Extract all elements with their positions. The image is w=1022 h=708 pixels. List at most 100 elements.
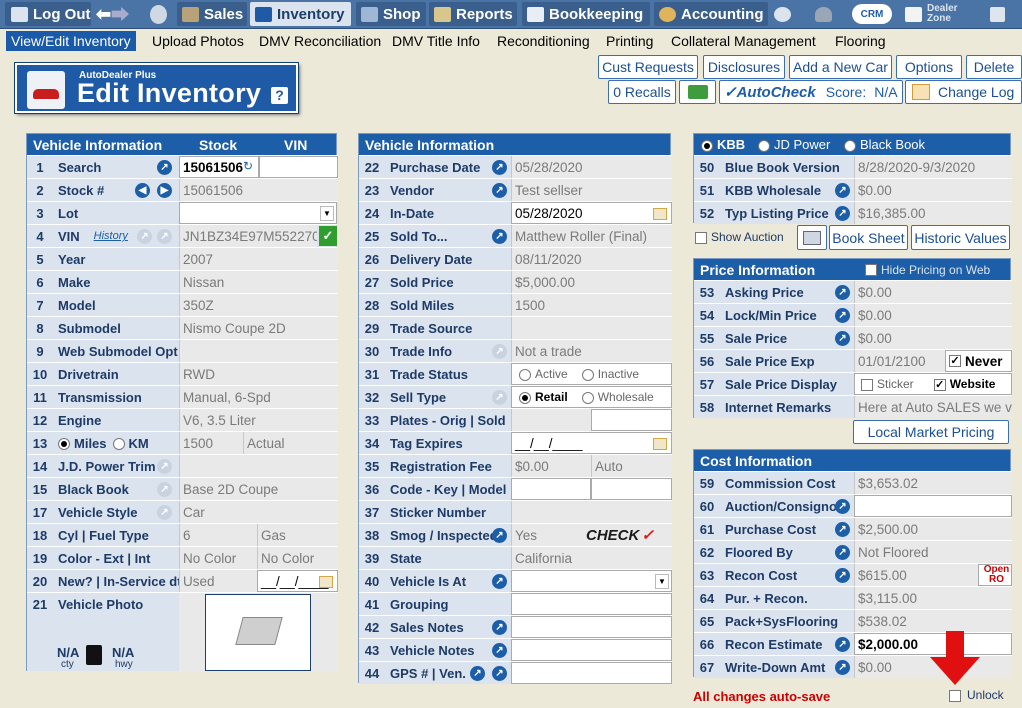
vehicle-photo-placeholder[interactable] (205, 594, 311, 671)
field-value-model[interactable]: 350Z (179, 294, 338, 316)
field-value-floored-by[interactable]: Not Floored (854, 541, 1012, 563)
dealer-zone-button[interactable]: Dealer Zone (905, 2, 975, 26)
field-value-transmission[interactable]: Manual, 6-Spd (179, 386, 338, 408)
historic-values-button[interactable]: Historic Values (911, 225, 1010, 250)
radio-active[interactable]: Active (519, 367, 568, 381)
recalls-button[interactable]: 0 Recalls (608, 80, 676, 104)
calendar-icon[interactable] (653, 438, 667, 450)
lookup-arrow-icon[interactable]: ↗ (835, 545, 850, 560)
field-value-vehicle-notes[interactable] (511, 639, 672, 661)
field-value-typ-listing-price[interactable]: $16,385.00 (854, 202, 1012, 224)
lookup-arrow-icon[interactable]: ↗ (492, 229, 507, 244)
tab-upload-photos[interactable]: Upload Photos (147, 31, 249, 51)
nav-sales[interactable]: Sales (177, 2, 247, 26)
field-value-vehicle-is-at[interactable]: ▼ (511, 570, 672, 592)
field-value2-36[interactable] (591, 478, 672, 500)
lookup-arrow-icon[interactable]: ↗ (835, 206, 850, 221)
blackbook-radio[interactable]: Black Book (844, 137, 925, 152)
hide-pricing-checkbox[interactable]: Hide Pricing on Web (865, 263, 990, 277)
tab-dmv-reconciliation[interactable]: DMV Reconciliation (254, 31, 386, 51)
nav-accounting[interactable]: Accounting (654, 2, 768, 26)
nav-reports[interactable]: Reports (429, 2, 517, 26)
lookup-arrow-icon[interactable]: ↗ (835, 285, 850, 300)
field-value-state[interactable]: California (511, 547, 672, 569)
field-value-sale-price-exp[interactable]: 01/01/2100 (854, 350, 945, 372)
tab-reconditioning[interactable]: Reconditioning (492, 31, 595, 51)
lookup-arrow-icon[interactable]: ↗ (492, 620, 507, 635)
back-forward-nav[interactable]: ⬅ ⮕ (96, 2, 140, 26)
tab-view-edit-inventory[interactable]: View/Edit Inventory (6, 31, 136, 51)
lookup-arrow-icon[interactable]: ↗ (835, 308, 850, 323)
field-value-18[interactable]: 6 (179, 524, 257, 546)
field-value-sticker-number[interactable] (511, 501, 672, 523)
field-value2-20[interactable]: __/__/____ (257, 570, 338, 592)
lookup-arrow-icon[interactable]: ↗ (835, 637, 850, 652)
lookup-arrow-icon[interactable]: ↗ (492, 390, 507, 405)
field-value-sale-price[interactable]: $0.00 (854, 327, 1012, 349)
field-value-pack-sysflooring[interactable]: $538.02 (854, 610, 1012, 632)
field-value-sold-price[interactable]: $5,000.00 (511, 271, 672, 293)
field-value-auction-consignor[interactable] (854, 495, 1012, 517)
field-value-submodel[interactable]: Nismo Coupe 2D (179, 317, 338, 339)
field-value-black-book[interactable]: Base 2D Coupe (179, 478, 338, 500)
prev-arrow-icon[interactable]: ◀ (135, 183, 150, 198)
bell-icon[interactable] (815, 2, 837, 26)
field-value2-35[interactable]: Auto (591, 455, 672, 477)
field-value-internet-remarks[interactable]: Here at Auto SALES we v (854, 396, 1012, 418)
field-value-lock-min-price[interactable]: $0.00 (854, 304, 1012, 326)
calculator-icon[interactable] (990, 2, 1010, 26)
gear-icon[interactable] (774, 2, 800, 26)
show-auction-checkbox[interactable]: Show Auction (695, 230, 784, 244)
lookup-arrow-icon[interactable]: ↗ (157, 459, 172, 474)
never-checkbox[interactable]: ✓ Never (945, 350, 1012, 372)
print-button[interactable] (797, 225, 827, 250)
field-value-sold-to[interactable]: Matthew Roller (Final) (511, 225, 672, 247)
field-value-20[interactable]: Used (179, 570, 257, 592)
lot-select[interactable]: ▼ (179, 202, 337, 224)
field-value-recon-cost[interactable]: $615.00 (854, 564, 978, 586)
delete-button[interactable]: Delete (966, 55, 1022, 79)
lookup-arrow-icon[interactable]: ↗ (835, 660, 850, 675)
nav-inventory[interactable]: Inventory (250, 2, 351, 26)
lookup-arrow-icon[interactable]: ↗ (492, 528, 507, 543)
miles-radio[interactable]: Miles (58, 436, 107, 451)
field-value-pur-recon[interactable]: $3,115.00 (854, 587, 1012, 609)
field-value2-33[interactable] (591, 409, 672, 431)
back-arrow-icon[interactable]: ⬅ (96, 4, 111, 25)
field-value-gps-ven[interactable] (511, 662, 672, 684)
local-market-pricing-button[interactable]: Local Market Pricing (853, 420, 1009, 444)
field-value-blue-book-version[interactable]: 8/28/2020-9/3/2020 (854, 156, 1012, 178)
sticker-checkbox[interactable]: Sticker (861, 377, 914, 391)
field-value-asking-price[interactable]: $0.00 (854, 281, 1012, 303)
lookup-arrow-icon[interactable]: ↗ (835, 568, 850, 583)
help-icon[interactable]: ? (271, 87, 288, 104)
lookup-arrow-icon[interactable]: ↗ (492, 666, 507, 681)
field-value-in-date[interactable]: 05/28/2020 (511, 202, 672, 224)
tab-printing[interactable]: Printing (601, 31, 658, 51)
field-value-engine[interactable]: V6, 3.5 Liter (179, 409, 338, 431)
next-arrow-icon[interactable]: ▶ (157, 183, 172, 198)
field-value-19[interactable]: No Color (179, 547, 257, 569)
lookup-arrow-icon[interactable]: ↗ (835, 331, 850, 346)
radio-retail[interactable]: Retail (519, 390, 568, 404)
field-value-web-submodel-opt[interactable] (179, 340, 338, 362)
field-value-trade-info[interactable]: Not a trade (511, 340, 672, 362)
odometer-actual[interactable]: Actual (243, 432, 338, 454)
lookup-arrow-icon[interactable]: ↗ (835, 499, 850, 514)
nav-shop[interactable]: Shop (356, 2, 426, 26)
book-sheet-button[interactable]: Book Sheet (829, 225, 908, 250)
lookup-arrow-icon[interactable]: ↗ (492, 160, 507, 175)
field-value-drivetrain[interactable]: RWD (179, 363, 338, 385)
website-checkbox[interactable]: ✓ Website (933, 377, 995, 391)
field-value-33[interactable] (511, 409, 591, 431)
field-value-sales-notes[interactable] (511, 616, 672, 638)
field-value-make[interactable]: Nissan (179, 271, 338, 293)
odometer-value[interactable]: 1500 (179, 432, 243, 454)
lookup-arrow-icon[interactable]: ↗ (470, 666, 485, 681)
field-value-purchase-date[interactable]: 05/28/2020 (511, 156, 672, 178)
field-value-36[interactable] (511, 478, 591, 500)
chevron-down-icon[interactable]: ▼ (655, 574, 669, 589)
lookup-arrow-icon[interactable]: ↗ (157, 229, 172, 244)
autocheck-button[interactable]: ✓AutoCheck Score: N/A (719, 80, 903, 104)
refresh-icon[interactable]: ↻ (243, 159, 253, 173)
